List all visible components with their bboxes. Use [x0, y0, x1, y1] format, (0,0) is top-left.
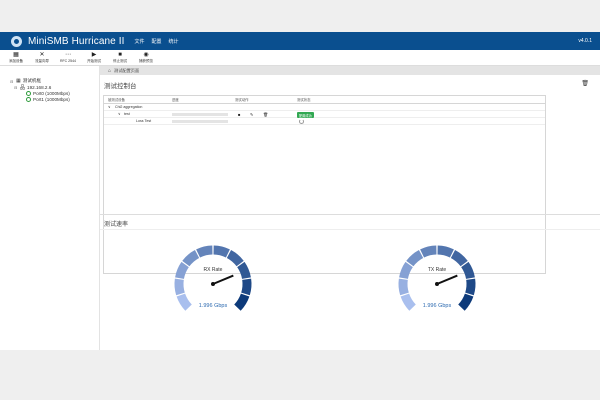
rx-gauge-value: 1.996 Gbps [198, 303, 228, 309]
breadcrumb: ⌂ 测试配置页面 [100, 66, 600, 75]
stop-icon: ■ [118, 51, 122, 58]
stop-icon[interactable]: ■ [238, 112, 240, 117]
table-row[interactable]: ∨ Chi2 aggregation [104, 104, 545, 111]
loading-spinner-icon [299, 119, 304, 124]
tree-port-label: Port0 (1000Mbps) [33, 90, 70, 96]
col-device: 被测试设备 [108, 98, 125, 102]
title-bar: MiniSMB Hurricane II 文件 配置 统计 v4.0.1 [0, 32, 600, 50]
gauge-arc-segment [196, 245, 213, 258]
rx-gauge-hub [211, 282, 215, 286]
play-icon: ▶ [91, 51, 97, 58]
rx-gauge-needle [212, 274, 234, 285]
divider [100, 214, 600, 215]
gauge-arc-segment [241, 278, 252, 296]
rfc-icon: ⋯ [65, 52, 71, 58]
version-label: v4.0.1 [578, 38, 592, 44]
network-icon: 品 [20, 84, 26, 91]
tree-port-label: Port1 (1000Mbps) [33, 96, 70, 102]
add-device-label: 添加设备 [9, 58, 23, 63]
add-device-button[interactable]: ▦ 添加设备 [6, 50, 26, 65]
stop-test-button[interactable]: ■ 停止测试 [110, 50, 130, 65]
gauge-arc-segment [182, 250, 200, 267]
progress-bar [172, 119, 228, 123]
traffic-wizard-label: 流量向导 [35, 58, 49, 63]
device-tree: ⊟ ▦ 测试机框 ⊟ 品 192.168.2.6 Port0 (1000Mbps… [0, 66, 100, 350]
gauge-arc-segment [174, 278, 185, 296]
tx-gauge-needle [436, 274, 458, 285]
edit-icon[interactable]: ✎ [250, 112, 253, 117]
divider [100, 229, 600, 230]
start-test-label: 开始测试 [87, 58, 101, 63]
port-status-icon [26, 96, 31, 102]
menu-config[interactable]: 配置 [151, 38, 161, 45]
rx-gauge-arcs [174, 245, 252, 311]
tx-gauge-dial [398, 245, 476, 311]
menu-stats[interactable]: 统计 [169, 38, 179, 45]
gauge-arc-segment [437, 245, 454, 258]
start-test-button[interactable]: ▶ 开始测试 [84, 50, 104, 65]
shuffle-icon: ✕ [39, 51, 45, 58]
traffic-wizard-button[interactable]: ✕ 流量向导 [32, 50, 52, 65]
menu-bar: 文件 配置 统计 [134, 38, 178, 45]
tree-root-label: 测试机框 [22, 78, 42, 83]
test-label: test [124, 112, 130, 116]
eye-icon: ◉ [143, 51, 149, 58]
toolbar: ▦ 添加设备 ✕ 流量向导 ⋯ RFC 2544 ▶ 开始测试 ■ 停止测试 ◉… [0, 50, 600, 66]
table-header: 被测试设备 进度 测试动作 测试状态 [104, 96, 545, 104]
tx-gauge-arcs [398, 245, 476, 311]
tree-device-label: 192.168.2.6 [27, 84, 52, 90]
gauge-arc-segment [465, 278, 476, 296]
trash-icon[interactable]: 🗑 [581, 80, 589, 87]
gauge-arc-segment [450, 250, 468, 267]
home-icon[interactable]: ⌂ [108, 68, 111, 74]
gauge-arc-segment [226, 250, 244, 267]
rx-gauge: RX Rate 1.996 Gbps [173, 244, 253, 324]
gauge-arc-segment [406, 250, 424, 267]
gauge-arc-segment [398, 278, 409, 296]
col-action: 测试动作 [235, 98, 249, 102]
table-row[interactable]: ∨ test ■ ✎ 🗑 配置成功 [104, 111, 545, 118]
rx-gauge-dial [174, 245, 252, 311]
rfc2544-button[interactable]: ⋯ RFC 2544 [58, 50, 78, 65]
app-logo-icon [11, 35, 22, 47]
capture-preview-label: 捕获预览 [139, 58, 153, 63]
tree-port[interactable]: Port1 (1000Mbps) [10, 96, 99, 102]
col-status: 测试状态 [297, 98, 311, 102]
collapse-icon[interactable]: ⊟ [14, 85, 18, 90]
rate-title: 测试速率 [104, 222, 129, 228]
collapse-icon[interactable]: ⊟ [10, 79, 14, 84]
progress-bar [172, 112, 228, 116]
gauge-arc-segment [420, 245, 437, 258]
sub-test-label: Loss Test [136, 119, 152, 123]
main-panel: ⌂ 测试配置页面 测试控制台 🗑 被测试设备 进度 测试动作 测试状态 ∨ Ch… [100, 66, 600, 350]
expand-icon[interactable]: ∨ [108, 105, 111, 109]
gauge-arc-segment [213, 245, 230, 258]
breadcrumb-label: 测试配置页面 [114, 67, 140, 73]
tx-gauge-hub [435, 282, 439, 286]
tx-gauge: TX Rate 1.996 Gbps [397, 244, 477, 324]
test-table: 被测试设备 进度 测试动作 测试状态 ∨ Chi2 aggregation ∨ … [103, 95, 546, 274]
delete-icon[interactable]: 🗑 [263, 112, 268, 117]
console-title: 测试控制台 [104, 83, 137, 90]
tx-gauge-label: TX Rate [427, 267, 447, 273]
stop-test-label: 停止测试 [113, 58, 127, 63]
table-row[interactable]: Loss Test [104, 118, 545, 125]
expand-icon[interactable]: ∨ [118, 112, 121, 116]
app-title: MiniSMB Hurricane II [28, 35, 125, 47]
tx-gauge-value: 1.996 Gbps [422, 303, 452, 309]
col-progress: 进度 [172, 98, 179, 102]
rfc2544-label: RFC 2544 [60, 59, 76, 63]
capture-preview-button[interactable]: ◉ 捕获预览 [136, 50, 156, 65]
port-status-icon [26, 90, 31, 96]
rx-gauge-label: RX Rate [203, 267, 223, 273]
menu-file[interactable]: 文件 [134, 38, 144, 45]
group-label: Chi2 aggregation [115, 105, 143, 109]
grid-icon: ▦ [13, 51, 19, 58]
